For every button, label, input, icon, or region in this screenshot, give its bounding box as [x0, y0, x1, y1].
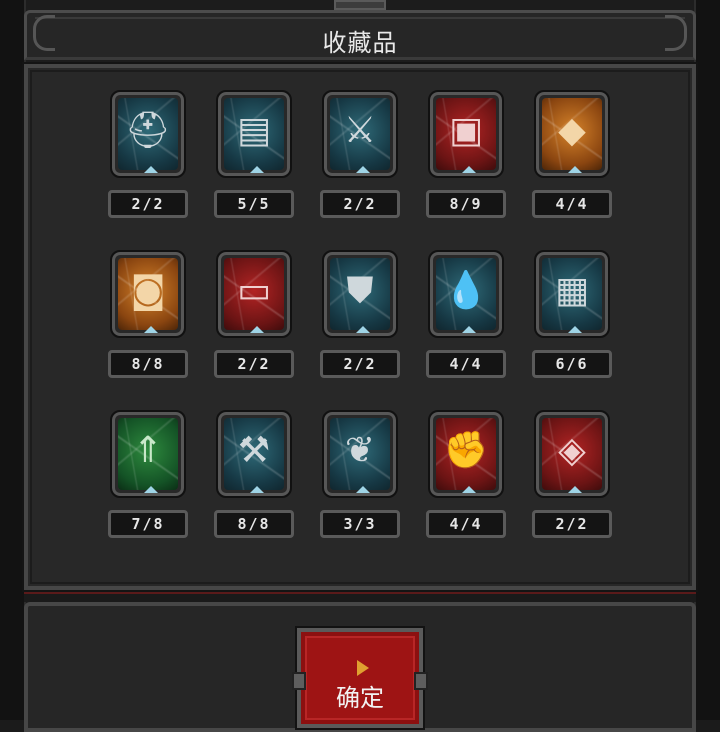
scroll-card-icon: ▤ [236, 110, 271, 151]
left-frame [0, 0, 26, 720]
barrel-icon: ◙ [130, 270, 166, 311]
item-count: 7/8 [108, 510, 188, 538]
card-notch-icon [355, 326, 371, 333]
item-count: 2/2 [320, 190, 400, 218]
item-count: 2/2 [108, 190, 188, 218]
collectible-card[interactable]: ▭ [216, 250, 292, 338]
treasure-chest-icon: ▣ [448, 110, 483, 151]
collectible-item[interactable]: 💧 4/4 [426, 250, 506, 382]
item-count: 8/8 [108, 350, 188, 378]
card-notch-icon [567, 326, 583, 333]
item-count: 4/4 [532, 190, 612, 218]
collectible-card[interactable]: ⛊ [322, 250, 398, 338]
title-bar: 收藏品 [24, 10, 696, 60]
collectible-item[interactable]: ❦ 3/3 [320, 410, 400, 542]
helmet-icon: ⛑ [125, 110, 171, 151]
collectible-item[interactable]: ▦ 6/6 [532, 250, 612, 382]
fist-icon: ✊ [443, 430, 489, 471]
card-notch-icon [143, 166, 159, 173]
card-notch-icon [461, 486, 477, 493]
card-notch-icon [461, 326, 477, 333]
collectible-card[interactable]: ⛑ [110, 90, 186, 178]
item-count: 8/9 [426, 190, 506, 218]
collectible-item[interactable]: ⛑ 2/2 [108, 90, 188, 222]
arrowhead-icon: ⇑ [132, 430, 164, 471]
collectible-card[interactable]: 💧 [428, 250, 504, 338]
item-count: 2/2 [214, 350, 294, 378]
item-count: 5/5 [214, 190, 294, 218]
collectible-item[interactable]: ⚔ 2/2 [320, 90, 400, 222]
gem-shield-icon: ◈ [558, 430, 586, 471]
play-arrow-icon [357, 660, 369, 676]
confirm-button[interactable]: 确定 [292, 626, 428, 730]
armor-icon: ⛊ [346, 270, 374, 311]
page-title: 收藏品 [322, 29, 398, 57]
crossed-swords-icon: ⚔ [343, 110, 377, 151]
card-notch-icon [249, 166, 265, 173]
item-count: 6/6 [532, 350, 612, 378]
book-icon: ◆ [558, 110, 586, 151]
card-notch-icon [567, 166, 583, 173]
hammer-icon: ⚒ [237, 430, 271, 471]
card-notch-icon [355, 486, 371, 493]
collectible-item[interactable]: ◈ 2/2 [532, 410, 612, 542]
collectible-card[interactable]: ▣ [428, 90, 504, 178]
collectible-card[interactable]: ▤ [216, 90, 292, 178]
collectible-card[interactable]: ◆ [534, 90, 610, 178]
water-drop-icon: 💧 [443, 270, 489, 311]
panel-divider [24, 592, 696, 602]
right-frame [694, 0, 720, 720]
top-clasp-ornament [334, 0, 386, 10]
item-count: 2/2 [320, 350, 400, 378]
card-notch-icon [143, 486, 159, 493]
paper-scroll-icon: ▭ [236, 270, 271, 311]
card-notch-icon [355, 166, 371, 173]
collectible-card[interactable]: ▦ [534, 250, 610, 338]
confirm-label: 确定 [336, 684, 384, 712]
item-count: 2/2 [532, 510, 612, 538]
collectible-item[interactable]: ▭ 2/2 [214, 250, 294, 382]
collectible-item[interactable]: ▣ 8/9 [426, 90, 506, 222]
collectible-card[interactable]: ✊ [428, 410, 504, 498]
wing-icon: ❦ [344, 430, 376, 471]
collectible-card[interactable]: ⚒ [216, 410, 292, 498]
collection-screen: 收藏品 ⛑ 2/2 ▤ 5/5 ⚔ 2/2 ▣ 8/9 ◆ 4/4 ◙ 8/8 ▭ 2/2 ⛊ 2/2 💧 4/4… [0, 0, 720, 732]
item-count: 4/4 [426, 350, 506, 378]
card-notch-icon [567, 486, 583, 493]
collectible-item[interactable]: ⇑ 7/8 [108, 410, 188, 542]
collectible-item[interactable]: ⚒ 8/8 [214, 410, 294, 542]
collectible-card[interactable]: ⚔ [322, 90, 398, 178]
item-count: 4/4 [426, 510, 506, 538]
collectible-card[interactable]: ◈ [534, 410, 610, 498]
wooden-chest-icon: ▦ [554, 270, 589, 311]
collectible-item[interactable]: ◆ 4/4 [532, 90, 612, 222]
item-count: 3/3 [320, 510, 400, 538]
collectible-item[interactable]: ▤ 5/5 [214, 90, 294, 222]
card-notch-icon [461, 166, 477, 173]
collectible-item[interactable]: ⛊ 2/2 [320, 250, 400, 382]
collectible-card[interactable]: ⇑ [110, 410, 186, 498]
card-notch-icon [249, 326, 265, 333]
card-notch-icon [143, 326, 159, 333]
collectible-item[interactable]: ◙ 8/8 [108, 250, 188, 382]
collectible-card[interactable]: ❦ [322, 410, 398, 498]
collectible-item[interactable]: ✊ 4/4 [426, 410, 506, 542]
collectible-card[interactable]: ◙ [110, 250, 186, 338]
item-count: 8/8 [214, 510, 294, 538]
card-notch-icon [249, 486, 265, 493]
